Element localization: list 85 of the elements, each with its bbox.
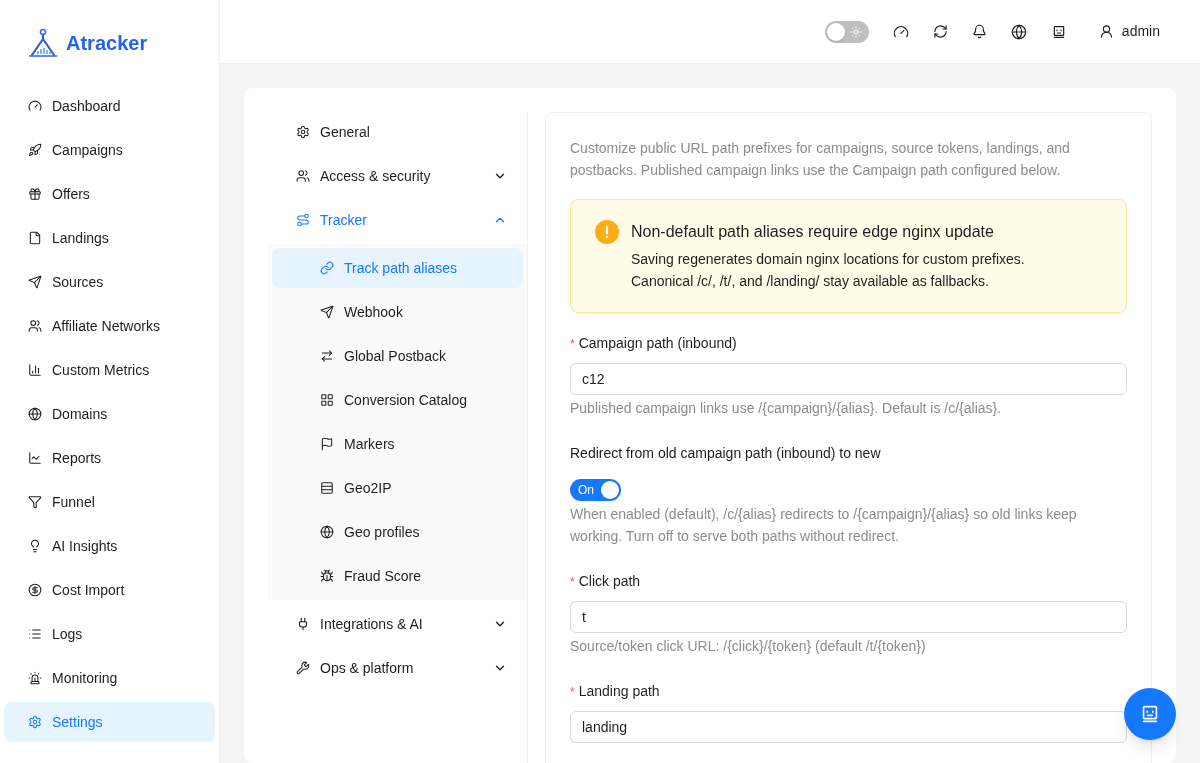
sidebar-item[interactable]: Custom Metrics (4, 350, 215, 390)
menu-icon (320, 349, 334, 363)
help-text: Published campaign links use /{campaign}/{alias}. Default is /c/{alias}. (570, 399, 1003, 418)
sidebar-item[interactable]: Campaigns (4, 130, 215, 170)
required-mark: * (570, 335, 575, 353)
menu-icon (296, 661, 310, 675)
menu-icon (28, 671, 42, 685)
alert-text: Canonical /c/, /t/, and /landing/ stay available as fallbacks. (631, 272, 990, 291)
alert-text: Saving regenerates domain nginx locations for custom prefixes. (631, 250, 1025, 269)
field-label: Redirect from old campaign path (inbound) to new (570, 444, 881, 463)
menu-icon (296, 169, 310, 183)
sidebar-item[interactable]: Landings (4, 218, 215, 258)
menu-icon (28, 187, 42, 201)
menu-icon (296, 125, 310, 139)
user-menu[interactable]: admin (1098, 21, 1160, 42)
user-icon (1098, 24, 1114, 39)
settings-subnav-item[interactable]: Fraud Score (272, 556, 523, 596)
menu-icon (320, 481, 334, 495)
menu-icon (320, 393, 334, 407)
text-field[interactable]: t (570, 601, 1127, 633)
sun-icon (849, 25, 862, 38)
menu-icon (320, 569, 334, 583)
sidebar-item[interactable]: Funnel (4, 482, 215, 522)
refresh-icon[interactable] (932, 24, 948, 39)
alert-title: Non-default path aliases require edge nginx update (631, 222, 995, 242)
settings-nav-item[interactable]: Access & security (268, 156, 527, 196)
logo-icon (26, 27, 60, 59)
sidebar-item[interactable]: Monitoring (4, 658, 215, 698)
help-text: Source/token click URL: /{click}/{token} (default /t/{token}) (570, 637, 927, 656)
settings-subnav-item[interactable]: Markers (272, 424, 523, 464)
sidebar-item[interactable]: Domains (4, 394, 215, 434)
sidebar-item[interactable]: Reports (4, 438, 215, 478)
sidebar-item[interactable]: Cost Import (4, 570, 215, 610)
menu-icon (28, 539, 42, 553)
menu-icon (296, 213, 310, 227)
menu-icon (28, 407, 42, 421)
bell-icon[interactable] (971, 24, 987, 39)
menu-icon (28, 143, 42, 157)
menu-icon (28, 495, 42, 509)
menu-icon (28, 363, 42, 377)
menu-icon (28, 451, 42, 465)
sidebar-item[interactable]: Dashboard (4, 86, 215, 126)
menu-icon (28, 275, 42, 289)
text-field[interactable]: c12 (570, 363, 1127, 395)
field-label: Click path (578, 572, 641, 591)
settings-nav-item[interactable]: Integrations & AI (268, 604, 527, 644)
settings-subnav-item[interactable]: Conversion Catalog (272, 380, 523, 420)
sidebar-item[interactable]: Settings (4, 702, 215, 742)
menu-icon (28, 231, 42, 245)
menu-icon (320, 261, 334, 275)
sidebar-item[interactable]: Logs (4, 614, 215, 654)
help-text: When enabled (default), /c/{alias} redirects to /{campaign}/{alias} so old links keep working. Turn off to serve both paths without redirect. (570, 505, 1078, 546)
settings-subnav-item[interactable]: Webhook (272, 292, 523, 332)
settings-nav-item[interactable]: General (268, 112, 527, 152)
menu-icon (28, 583, 42, 597)
settings-nav-item[interactable]: Tracker (268, 200, 527, 240)
sidebar-item[interactable]: Sources (4, 262, 215, 302)
warning-icon (595, 220, 619, 244)
menu-icon (28, 319, 42, 333)
menu-icon (28, 627, 42, 641)
settings-subnav-item[interactable]: Geo2IP (272, 468, 523, 508)
theme-toggle[interactable] (824, 20, 869, 43)
settings-subnav-item[interactable]: Global Postback (272, 336, 523, 376)
intro-text: Customize public URL path prefixes for campaigns, source tokens, landings, and postbacks. Published campaign links use the Campaign path configured below. (570, 139, 1071, 180)
field-label: Campaign path (inbound) (578, 334, 737, 353)
menu-icon (320, 437, 334, 451)
menu-icon (320, 525, 334, 539)
menu-icon (28, 99, 42, 113)
sidebar-item[interactable]: AI Insights (4, 526, 215, 566)
required-mark: * (570, 573, 575, 591)
sidebar-item[interactable]: Offers (4, 174, 215, 214)
sidebar-item[interactable]: Affiliate Networks (4, 306, 215, 346)
text-field[interactable]: landing (570, 711, 1127, 743)
globe-icon[interactable] (1010, 23, 1027, 40)
gauge-icon[interactable] (892, 23, 909, 40)
settings-subnav-item[interactable]: Track path aliases (272, 248, 523, 288)
brand-name: Atracker (66, 31, 148, 56)
menu-icon (296, 617, 310, 631)
field-label: Landing path (578, 682, 660, 701)
settings-subnav-item[interactable]: Geo profiles (272, 512, 523, 552)
toggle-switch[interactable]: On (570, 479, 621, 501)
menu-icon (320, 305, 334, 319)
required-mark: * (570, 683, 575, 701)
settings-nav-item[interactable]: Ops & platform (268, 648, 527, 688)
menu-icon (28, 715, 42, 729)
